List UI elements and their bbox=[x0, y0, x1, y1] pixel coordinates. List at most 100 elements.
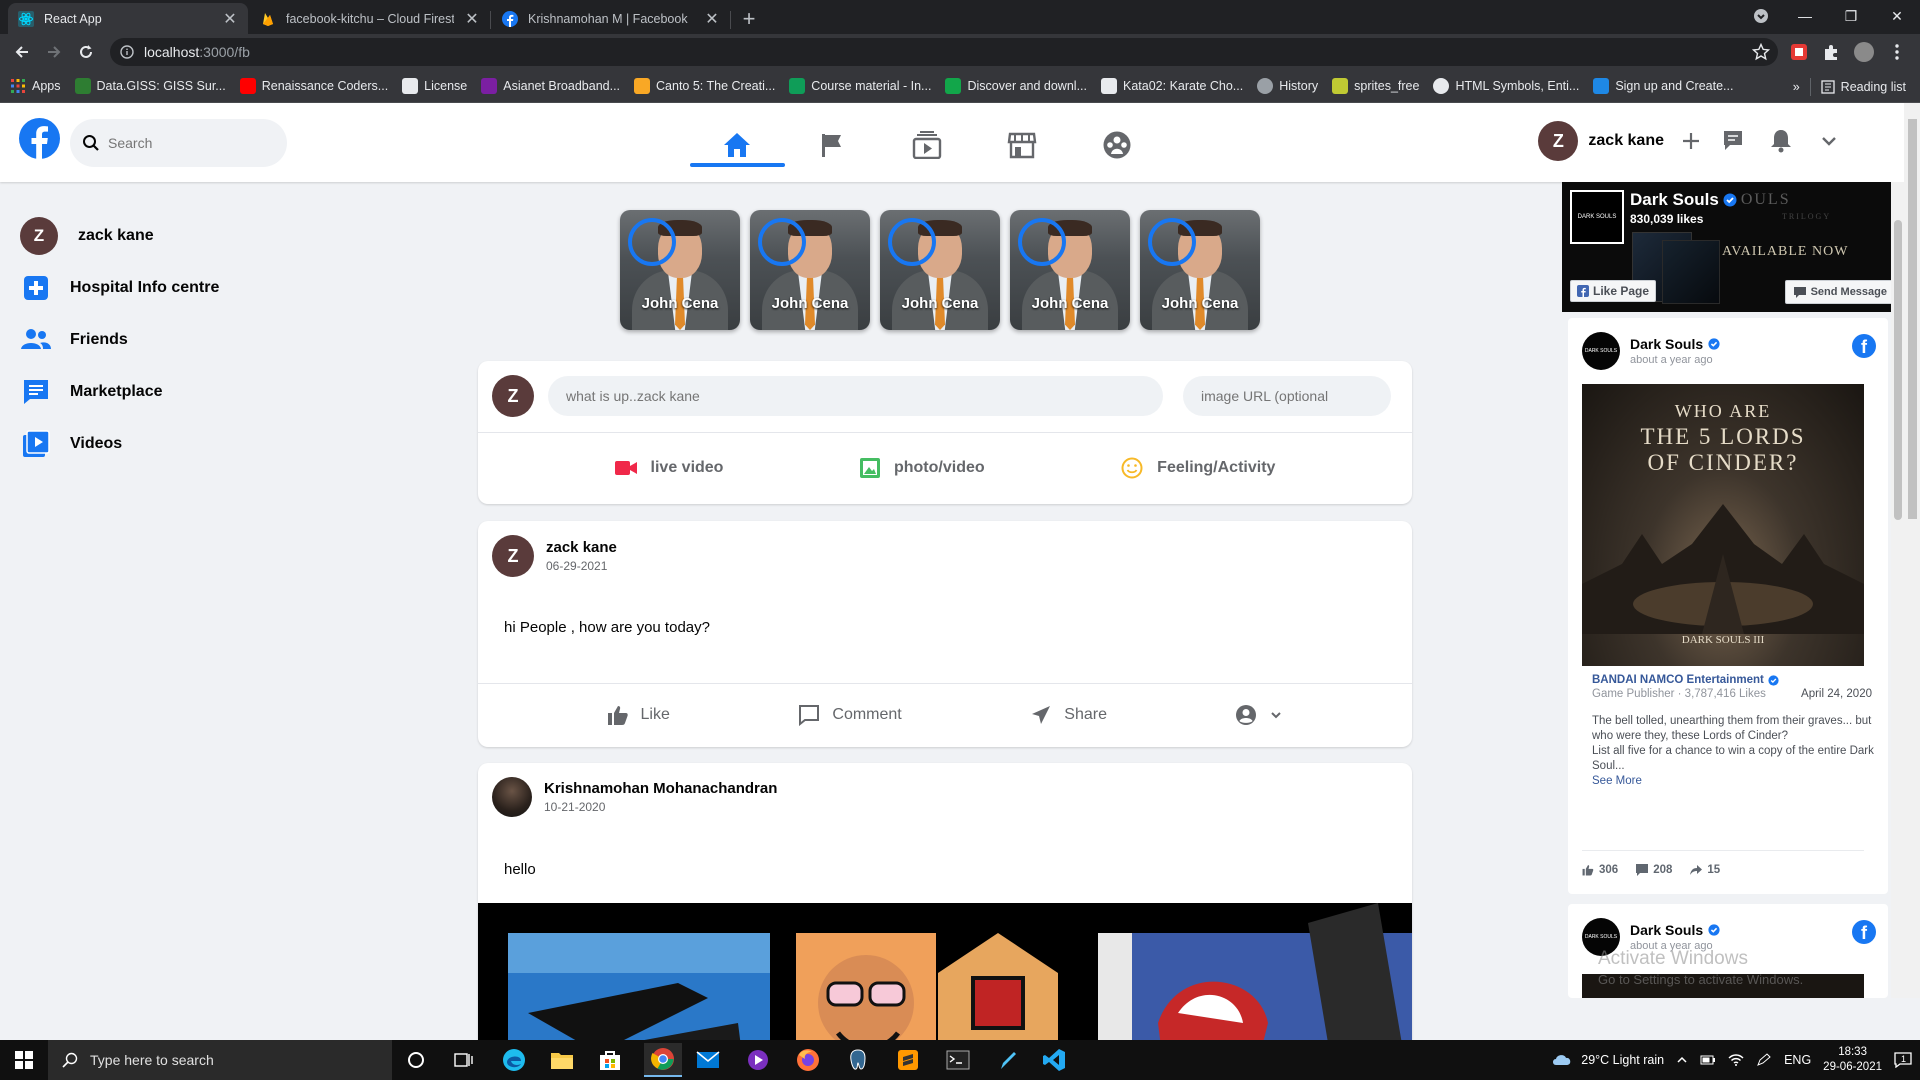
weather-widget[interactable]: 29°C Light rain bbox=[1551, 1052, 1664, 1068]
bookmark-item[interactable]: sprites_free bbox=[1332, 78, 1419, 94]
profile-avatar[interactable] bbox=[1854, 42, 1874, 62]
search-input[interactable] bbox=[108, 135, 258, 151]
bookmark-item[interactable]: Asianet Broadband... bbox=[481, 78, 620, 94]
chevron-up-icon[interactable] bbox=[1676, 1054, 1688, 1066]
feed-time[interactable]: about a year ago bbox=[1630, 354, 1720, 366]
post-author[interactable]: zack kane bbox=[546, 539, 617, 556]
facebook-icon[interactable]: f bbox=[1852, 920, 1876, 944]
media-player-icon[interactable] bbox=[744, 1046, 772, 1074]
status-input[interactable] bbox=[548, 376, 1163, 416]
sublime-text-icon[interactable] bbox=[894, 1046, 922, 1074]
page-scrollbar[interactable] bbox=[1904, 103, 1920, 998]
audience-selector[interactable] bbox=[1235, 704, 1283, 726]
mail-icon[interactable] bbox=[694, 1046, 722, 1074]
reading-list-button[interactable]: Reading list bbox=[1821, 80, 1906, 94]
address-bar[interactable]: localhost:3000/fb bbox=[110, 38, 1778, 66]
extensions-puzzle-icon[interactable] bbox=[1822, 43, 1840, 61]
story-card[interactable]: John Cena bbox=[1010, 210, 1130, 330]
chrome-icon[interactable] bbox=[644, 1043, 682, 1077]
comment-button[interactable]: Comment bbox=[798, 704, 902, 726]
close-tab-icon[interactable]: ✕ bbox=[704, 9, 720, 29]
tab-facebook[interactable]: Krishnamohan M | Facebook ✕ bbox=[492, 3, 730, 34]
reload-button[interactable] bbox=[74, 40, 98, 64]
bookmark-star-icon[interactable] bbox=[1752, 43, 1770, 61]
file-explorer-icon[interactable] bbox=[548, 1046, 576, 1074]
task-view-icon[interactable] bbox=[450, 1046, 478, 1074]
bell-icon[interactable] bbox=[1766, 126, 1796, 156]
postgres-icon[interactable] bbox=[844, 1046, 872, 1074]
sidebar-item-profile[interactable]: Z zack kane bbox=[20, 210, 320, 262]
story-card[interactable]: John Cena bbox=[880, 210, 1000, 330]
start-button[interactable] bbox=[10, 1046, 38, 1074]
page-name[interactable]: Dark Souls OULS bbox=[1630, 190, 1791, 210]
pen-app-icon[interactable] bbox=[994, 1046, 1022, 1074]
dark-souls-post-image[interactable]: WHO ARE THE 5 LORDS OF CINDER? DARK SOULS … bbox=[1582, 384, 1864, 666]
sidebar-item-hospital[interactable]: Hospital Info centre bbox=[20, 262, 320, 314]
page-plugin-header[interactable]: DARK SOULS Dark Souls OULS 830,039 likes… bbox=[1562, 182, 1904, 312]
bookmark-item[interactable]: Sign up and Create... bbox=[1593, 78, 1733, 94]
chevron-down-icon[interactable] bbox=[1814, 126, 1844, 156]
pen-tray-icon[interactable] bbox=[1756, 1053, 1772, 1067]
nav-watch[interactable] bbox=[907, 125, 947, 165]
see-more-link[interactable]: See More bbox=[1592, 774, 1876, 789]
store-icon[interactable] bbox=[596, 1046, 624, 1074]
bookmark-item[interactable]: Course material - In... bbox=[789, 78, 931, 94]
language-indicator[interactable]: ENG bbox=[1784, 1053, 1811, 1067]
sidebar-item-marketplace[interactable]: Marketplace bbox=[20, 366, 320, 418]
info-icon[interactable] bbox=[120, 45, 134, 59]
wifi-icon[interactable] bbox=[1728, 1053, 1744, 1067]
feed-page-name[interactable]: Dark Souls bbox=[1630, 336, 1720, 352]
search-box[interactable] bbox=[70, 119, 287, 167]
bookmark-item[interactable]: Canto 5: The Creati... bbox=[634, 78, 775, 94]
bookmark-item[interactable]: HTML Symbols, Enti... bbox=[1433, 78, 1579, 94]
bookmarks-overflow-button[interactable]: » bbox=[1793, 80, 1800, 94]
nav-pages[interactable] bbox=[812, 125, 852, 165]
bookmark-item[interactable]: History bbox=[1257, 78, 1318, 94]
share-button[interactable]: Share bbox=[1030, 704, 1107, 726]
bookmark-apps[interactable]: Apps bbox=[10, 78, 61, 94]
chat-icon[interactable] bbox=[1718, 126, 1748, 156]
plugin-scrollbar[interactable] bbox=[1891, 182, 1904, 998]
post-image[interactable] bbox=[478, 903, 1412, 1040]
shares-count[interactable]: 15 bbox=[1690, 864, 1720, 876]
like-page-button[interactable]: Like Page bbox=[1570, 280, 1657, 302]
chrome-menu-icon[interactable] bbox=[1888, 43, 1906, 61]
like-button[interactable]: Like bbox=[607, 704, 670, 726]
image-url-input[interactable] bbox=[1183, 376, 1391, 416]
extension-red-icon[interactable] bbox=[1790, 43, 1808, 61]
story-card[interactable]: John Cena bbox=[620, 210, 740, 330]
feed-page-name[interactable]: Dark Souls bbox=[1630, 922, 1720, 938]
sidebar-item-friends[interactable]: Friends bbox=[20, 314, 320, 366]
close-tab-icon[interactable]: ✕ bbox=[222, 9, 238, 29]
cortana-icon[interactable] bbox=[402, 1046, 430, 1074]
tab-search-icon[interactable] bbox=[1738, 4, 1784, 28]
vscode-icon[interactable] bbox=[1040, 1046, 1068, 1074]
publisher-link[interactable]: BANDAI NAMCO Entertainment bbox=[1592, 674, 1779, 686]
plus-icon[interactable] bbox=[1682, 132, 1700, 150]
close-tab-icon[interactable]: ✕ bbox=[464, 9, 480, 29]
edge-icon[interactable] bbox=[500, 1046, 528, 1074]
clock[interactable]: 18:33 29-06-2021 bbox=[1823, 1045, 1882, 1075]
bookmark-item[interactable]: Renaissance Coders... bbox=[239, 78, 388, 94]
nav-marketplace[interactable] bbox=[1002, 125, 1042, 165]
firefox-icon[interactable] bbox=[794, 1046, 822, 1074]
bookmark-item[interactable]: Data.GISS: GISS Sur... bbox=[74, 78, 226, 94]
story-card[interactable]: John Cena bbox=[750, 210, 870, 330]
taskbar-search[interactable]: Type here to search bbox=[48, 1040, 392, 1080]
live-video-button[interactable]: live video bbox=[614, 459, 723, 477]
restore-button[interactable]: ❐ bbox=[1828, 4, 1874, 28]
bookmark-item[interactable]: Kata02: Karate Cho... bbox=[1101, 78, 1243, 94]
close-window-button[interactable]: ✕ bbox=[1874, 4, 1920, 28]
back-button[interactable] bbox=[10, 40, 34, 64]
terminal-icon[interactable] bbox=[944, 1046, 972, 1074]
battery-icon[interactable] bbox=[1700, 1054, 1716, 1066]
comments-count[interactable]: 208 bbox=[1636, 864, 1672, 876]
new-tab-button[interactable]: + bbox=[736, 6, 762, 32]
likes-count[interactable]: 306 bbox=[1582, 864, 1618, 876]
sidebar-item-videos[interactable]: Videos bbox=[20, 418, 320, 470]
feeling-activity-button[interactable]: Feeling/Activity bbox=[1121, 457, 1275, 479]
story-card[interactable]: John Cena bbox=[1140, 210, 1260, 330]
nav-groups[interactable] bbox=[1097, 125, 1137, 165]
tab-firestore[interactable]: facebook-kitchu – Cloud Firestore ✕ bbox=[250, 3, 490, 34]
facebook-logo[interactable] bbox=[19, 118, 60, 159]
